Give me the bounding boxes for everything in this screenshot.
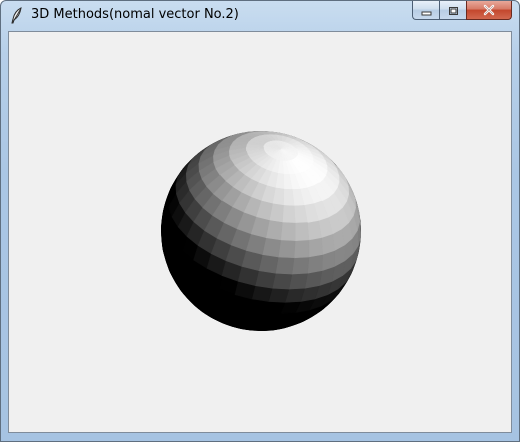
maximize-icon: [448, 1, 459, 20]
sphere-facet: [307, 254, 323, 274]
close-button[interactable]: [466, 1, 512, 20]
maximize-button[interactable]: [439, 1, 466, 20]
window-controls: [412, 1, 512, 21]
sphere-facet: [282, 205, 296, 224]
feather-icon[interactable]: [10, 7, 24, 25]
title-bar[interactable]: 3D Methods(nomal vector No.2): [1, 1, 519, 31]
close-icon: [482, 1, 496, 20]
minimize-icon: [421, 1, 432, 20]
minimize-button[interactable]: [412, 1, 439, 20]
sphere-facet: [308, 237, 323, 258]
sphere-facet: [283, 188, 295, 207]
sphere-facet: [294, 222, 310, 241]
render-canvas[interactable]: [9, 32, 511, 432]
app-window: 3D Methods(nomal vector No.2): [0, 0, 520, 442]
sphere-facet: [277, 239, 296, 259]
client-area: [8, 31, 512, 433]
sphere-facet: [291, 256, 310, 275]
sphere-facet: [293, 239, 310, 259]
window-title: 3D Methods(nomal vector No.2): [31, 7, 239, 22]
sphere-facet: [275, 256, 295, 275]
shaded-sphere: [161, 131, 361, 331]
sphere-facet: [280, 222, 296, 241]
